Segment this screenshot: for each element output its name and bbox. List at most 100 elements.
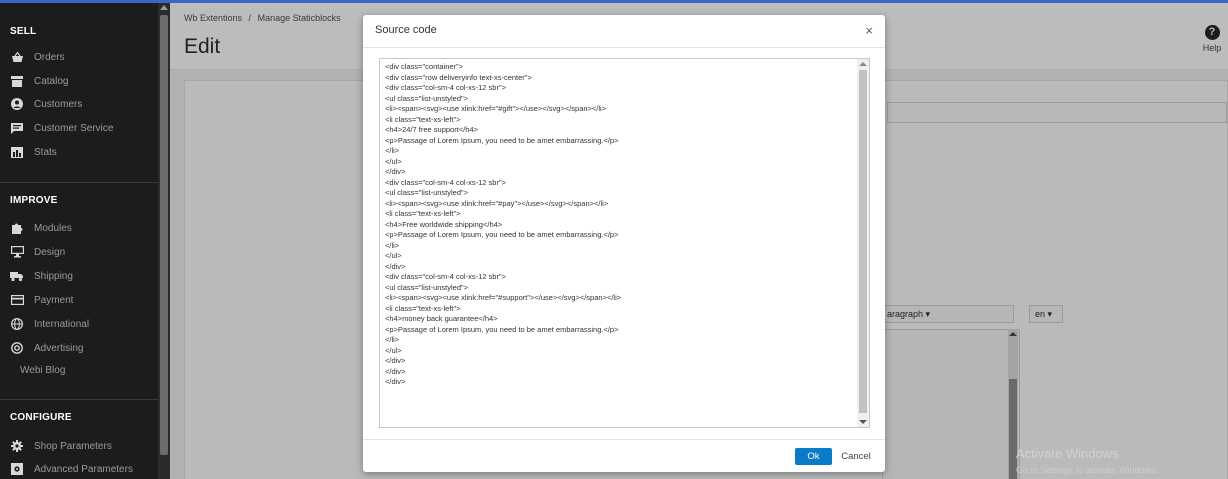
customer-icon	[10, 98, 24, 110]
code-line: <h4>money back guarantee</h4>	[385, 314, 498, 323]
code-line: </li>	[385, 240, 400, 250]
dialog-divider	[363, 439, 885, 440]
code-line: <p>Passage of Lorem Ipsum, you need to b…	[385, 324, 619, 334]
code-line: </ul>	[385, 345, 402, 355]
sidebar-item-orders[interactable]: Orders	[10, 48, 65, 66]
sidebar-item-webi-blog[interactable]: Webi Blog	[20, 361, 65, 379]
code-line: </div>	[385, 261, 406, 271]
code-line: <ul class="list-unstyled">	[385, 282, 469, 292]
source-code-dialog: Source code × <div class="container"> <di…	[363, 15, 885, 472]
help-button[interactable]: ? Help	[1200, 25, 1224, 53]
sidebar: SELL Orders Catalog Customers Customer S…	[0, 3, 158, 479]
scroll-up-icon[interactable]	[160, 5, 168, 10]
windows-watermark-subtitle: Go to Settings to activate Windows.	[1016, 465, 1159, 475]
breadcrumb-current[interactable]: Manage Staticblocks	[258, 13, 341, 23]
sidebar-item-shipping[interactable]: Shipping	[10, 267, 73, 285]
scroll-up-icon[interactable]	[1009, 332, 1017, 336]
code-line: <ul class="list-unstyled">	[385, 188, 469, 197]
sidebar-item-label: Webi Blog	[20, 364, 66, 376]
sidebar-scroll-thumb[interactable]	[160, 15, 168, 455]
sidebar-item-payment[interactable]: Payment	[10, 291, 73, 309]
source-code-text[interactable]: <div class="container"> <div class="row d…	[385, 62, 853, 388]
code-line: </div>	[385, 366, 406, 376]
language-select[interactable]: en ▾	[1029, 305, 1063, 323]
sidebar-item-design[interactable]: Design	[10, 243, 65, 261]
text-input[interactable]	[887, 102, 1227, 123]
code-scrollbar[interactable]	[857, 59, 869, 427]
dialog-title: Source code	[375, 24, 437, 36]
code-line: <h4>24/7 free support</h4>	[385, 125, 478, 134]
sidebar-item-label: Payment	[34, 294, 74, 306]
monitor-icon	[10, 246, 24, 258]
advanced-icon	[10, 463, 24, 475]
section-title-sell: SELL	[10, 26, 37, 37]
gear-icon	[10, 440, 24, 452]
content-editor[interactable]	[882, 329, 1020, 479]
code-line: <div class="col-sm-4 col-xs-12 sbr">	[385, 83, 506, 92]
scroll-up-icon[interactable]	[859, 62, 867, 66]
source-code-textarea[interactable]: <div class="container"> <div class="row d…	[379, 58, 870, 428]
at-icon	[10, 342, 24, 354]
code-line: <div class="col-sm-4 col-xs-12 sbr">	[385, 272, 506, 281]
basket-icon	[10, 51, 24, 63]
code-line: </ul>	[385, 251, 402, 260]
sidebar-item-customer-service[interactable]: Customer Service	[10, 119, 113, 137]
sidebar-item-label: Stats	[34, 146, 57, 158]
code-line: <li class="text-xs-left">	[385, 303, 461, 313]
code-line: <li class="text-xs-left">	[385, 114, 461, 124]
help-icon: ?	[1204, 25, 1220, 40]
code-line: <div class="row deliveryinfo text-xs-cen…	[385, 72, 532, 82]
sidebar-item-label: International	[34, 318, 90, 330]
sidebar-item-catalog[interactable]: Catalog	[10, 72, 68, 90]
code-line: </ul>	[385, 156, 402, 166]
scroll-down-icon[interactable]	[859, 420, 867, 424]
code-line: <p>Passage of Lorem Ipsum, you need to b…	[385, 230, 619, 239]
sidebar-item-stats[interactable]: Stats	[10, 143, 57, 161]
code-line: <li><span><svg><use xlink:href="#support…	[385, 293, 622, 302]
chat-icon	[10, 122, 24, 134]
sidebar-item-label: Design	[34, 246, 66, 258]
breadcrumb-separator: /	[248, 13, 252, 23]
card-icon	[10, 294, 24, 306]
sidebar-item-shop-parameters[interactable]: Shop Parameters	[10, 437, 112, 455]
code-line: <li class="text-xs-left">	[385, 209, 461, 218]
sidebar-divider	[0, 399, 158, 400]
format-select[interactable]: aragraph ▾	[882, 305, 1014, 323]
breadcrumb: Wb Extentions / Manage Staticblocks	[184, 13, 341, 23]
editor-scroll-thumb[interactable]	[1009, 379, 1017, 479]
sidebar-item-label: Advanced Parameters	[34, 463, 133, 475]
code-line: </div>	[385, 377, 406, 386]
code-scroll-thumb[interactable]	[859, 70, 867, 413]
sidebar-item-international[interactable]: International	[10, 315, 89, 333]
sidebar-item-label: Shipping	[34, 270, 73, 282]
close-icon[interactable]: ×	[865, 23, 873, 38]
sidebar-item-customers[interactable]: Customers	[10, 95, 82, 113]
sidebar-item-advanced-parameters[interactable]: Advanced Parameters	[10, 460, 133, 478]
sidebar-item-advertising[interactable]: Advertising	[10, 339, 83, 357]
sidebar-scrollbar[interactable]	[158, 3, 170, 479]
code-line: <li><span><svg><use xlink:href="#gift"><…	[385, 104, 607, 113]
sidebar-item-label: Orders	[34, 51, 65, 63]
truck-icon	[10, 270, 24, 282]
code-line: <p>Passage of Lorem Ipsum, you need to b…	[385, 135, 619, 145]
code-line: </div>	[385, 356, 406, 365]
cancel-button[interactable]: Cancel	[837, 448, 875, 465]
section-title-improve: IMPROVE	[10, 195, 58, 206]
code-line: <ul class="list-unstyled">	[385, 93, 469, 103]
sidebar-item-label: Customer Service	[34, 122, 114, 134]
code-line: <li><span><svg><use xlink:href="#pay"></…	[385, 198, 609, 208]
globe-icon	[10, 318, 24, 330]
code-line: </li>	[385, 146, 400, 155]
puzzle-icon	[10, 222, 24, 234]
sidebar-item-modules[interactable]: Modules	[10, 219, 72, 237]
breadcrumb-root[interactable]: Wb Extentions	[184, 13, 242, 23]
code-line: <div class="container">	[385, 62, 464, 71]
stats-icon	[10, 146, 24, 158]
ok-button[interactable]: Ok	[795, 448, 832, 465]
sidebar-item-label: Customers	[34, 98, 83, 110]
code-line: </div>	[385, 167, 406, 176]
sidebar-item-label: Modules	[34, 222, 72, 234]
code-line: <div class="col-sm-4 col-xs-12 sbr">	[385, 177, 506, 187]
sidebar-divider	[0, 182, 158, 183]
code-line: </li>	[385, 335, 400, 344]
